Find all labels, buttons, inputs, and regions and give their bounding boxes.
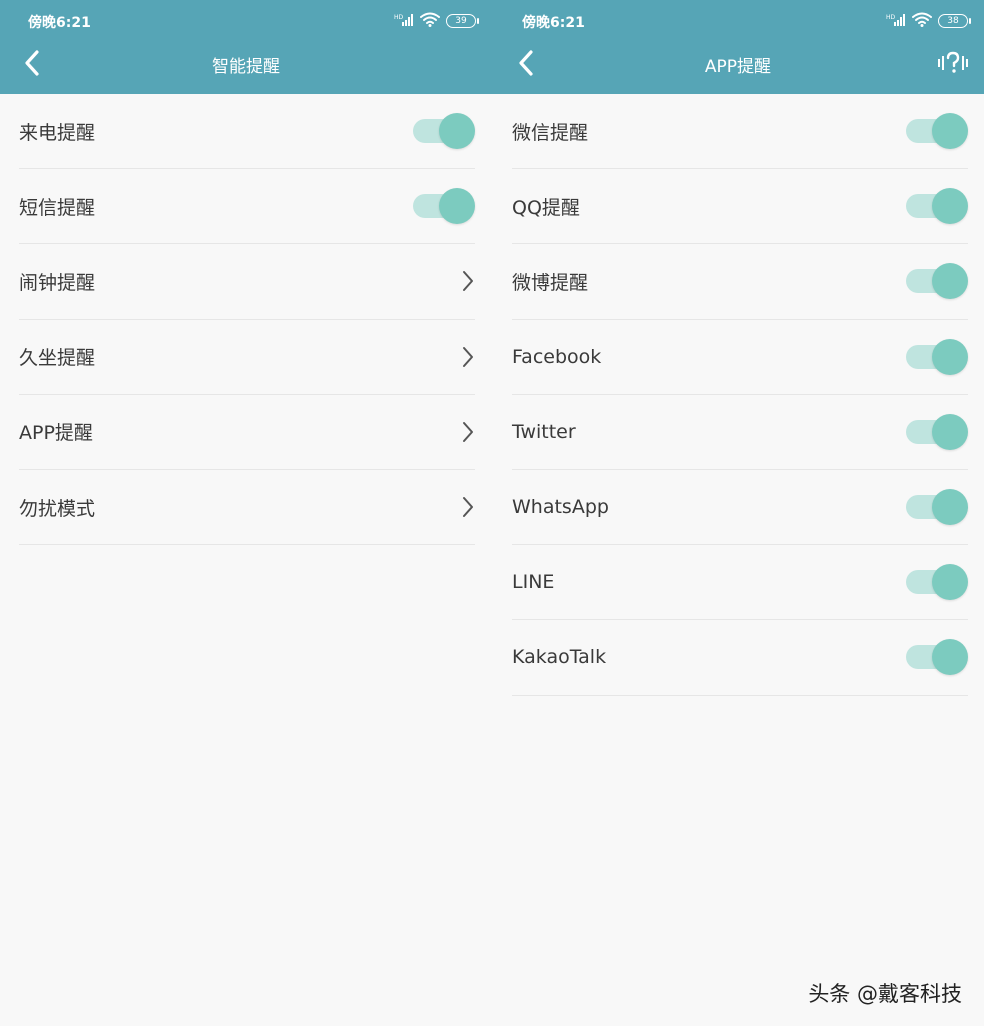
call-reminder-toggle[interactable]	[411, 113, 475, 150]
list-item-qq: QQ提醒	[512, 169, 968, 245]
chevron-right-icon	[461, 496, 475, 518]
signal-icon: HD	[886, 12, 906, 31]
page-title: APP提醒	[704, 57, 772, 77]
list-item-label: 短信提醒	[19, 196, 96, 219]
facebook-toggle[interactable]	[904, 338, 968, 375]
list-item-label: 闹钟提醒	[19, 271, 96, 294]
list-item-facebook: Facebook	[512, 320, 968, 395]
list-item-sms-reminder: 短信提醒	[19, 169, 475, 245]
list-item-twitter: Twitter	[512, 395, 968, 470]
list-item-label: 微信提醒	[512, 121, 589, 144]
toggle-thumb	[439, 113, 475, 150]
list-item-label: LINE	[512, 571, 555, 594]
qq-toggle[interactable]	[904, 188, 968, 225]
chevron-right-icon	[461, 421, 475, 443]
watermark: 头条 @戴客科技	[808, 982, 962, 1006]
line-toggle[interactable]	[904, 564, 968, 601]
list-item-app-reminder[interactable]: APP提醒	[19, 395, 475, 470]
list-item-label: 勿扰模式	[19, 497, 96, 520]
toggle-thumb	[932, 263, 968, 300]
right-screen: 傍晚6:21 HD 38 APP提醒 微信提醒 QQ提醒 微博提醒 Facebo…	[492, 0, 984, 1026]
list-item-sedentary-reminder[interactable]: 久坐提醒	[19, 320, 475, 395]
list-item-label: APP提醒	[19, 422, 93, 445]
voice-help-icon	[938, 51, 968, 73]
kakaotalk-toggle[interactable]	[904, 639, 968, 676]
list-item-label: Twitter	[512, 420, 576, 443]
toggle-thumb	[932, 113, 968, 150]
list-item-label: QQ提醒	[512, 196, 580, 219]
toggle-thumb	[932, 413, 968, 450]
list-item-weibo: 微博提醒	[512, 244, 968, 320]
wechat-toggle[interactable]	[904, 113, 968, 150]
signal-icon: HD	[394, 12, 414, 31]
list-item-call-reminder: 来电提醒	[19, 94, 475, 170]
list-item-label: Facebook	[512, 345, 602, 368]
list-item-whatsapp: WhatsApp	[512, 470, 968, 546]
list-item-line: LINE	[512, 545, 968, 621]
list-item-label: WhatsApp	[512, 496, 609, 519]
hd-label: HD	[886, 14, 896, 21]
wifi-icon	[912, 12, 932, 31]
hd-label: HD	[394, 14, 404, 21]
twitter-toggle[interactable]	[904, 413, 968, 450]
status-icons: HD 39	[394, 11, 479, 31]
voice-help-button[interactable]	[936, 46, 972, 80]
app-header: 傍晚6:21 HD 39 智能提醒	[0, 0, 492, 94]
battery-indicator: 38	[938, 14, 971, 28]
list-item-label: 来电提醒	[19, 121, 96, 144]
page-title: 智能提醒	[212, 57, 280, 77]
left-screen: 傍晚6:21 HD 39 智能提醒 来电提醒 短信提醒 闹钟提醒 久坐提醒 AP…	[0, 0, 492, 1026]
chevron-right-icon	[461, 270, 475, 292]
list-item-label: 久坐提醒	[19, 347, 96, 370]
list-item-label: KakaoTalk	[512, 646, 607, 669]
chevron-right-icon	[461, 346, 475, 368]
sms-reminder-toggle[interactable]	[411, 188, 475, 225]
toggle-thumb	[932, 639, 968, 676]
app-reminder-list: 微信提醒 QQ提醒 微博提醒 Facebook Twitter WhatsApp…	[512, 94, 968, 696]
toggle-thumb	[932, 564, 968, 601]
list-item-wechat: 微信提醒	[512, 94, 968, 170]
list-item-do-not-disturb[interactable]: 勿扰模式	[19, 470, 475, 546]
status-icons: HD 38	[886, 11, 971, 31]
status-time: 傍晚6:21	[522, 15, 585, 31]
toggle-thumb	[932, 489, 968, 526]
toggle-thumb	[932, 338, 968, 375]
toggle-thumb	[932, 188, 968, 225]
whatsapp-toggle[interactable]	[904, 489, 968, 526]
list-item-alarm-reminder[interactable]: 闹钟提醒	[19, 244, 475, 320]
list-item-label: 微博提醒	[512, 271, 589, 294]
battery-indicator: 39	[446, 14, 479, 28]
settings-list: 来电提醒 短信提醒 闹钟提醒 久坐提醒 APP提醒 勿扰模式	[19, 94, 475, 546]
wifi-icon	[420, 12, 440, 31]
weibo-toggle[interactable]	[904, 263, 968, 300]
status-time: 傍晚6:21	[28, 15, 91, 31]
list-item-kakaotalk: KakaoTalk	[512, 620, 968, 696]
app-header: 傍晚6:21 HD 38 APP提醒	[492, 0, 984, 94]
toggle-thumb	[439, 188, 475, 225]
